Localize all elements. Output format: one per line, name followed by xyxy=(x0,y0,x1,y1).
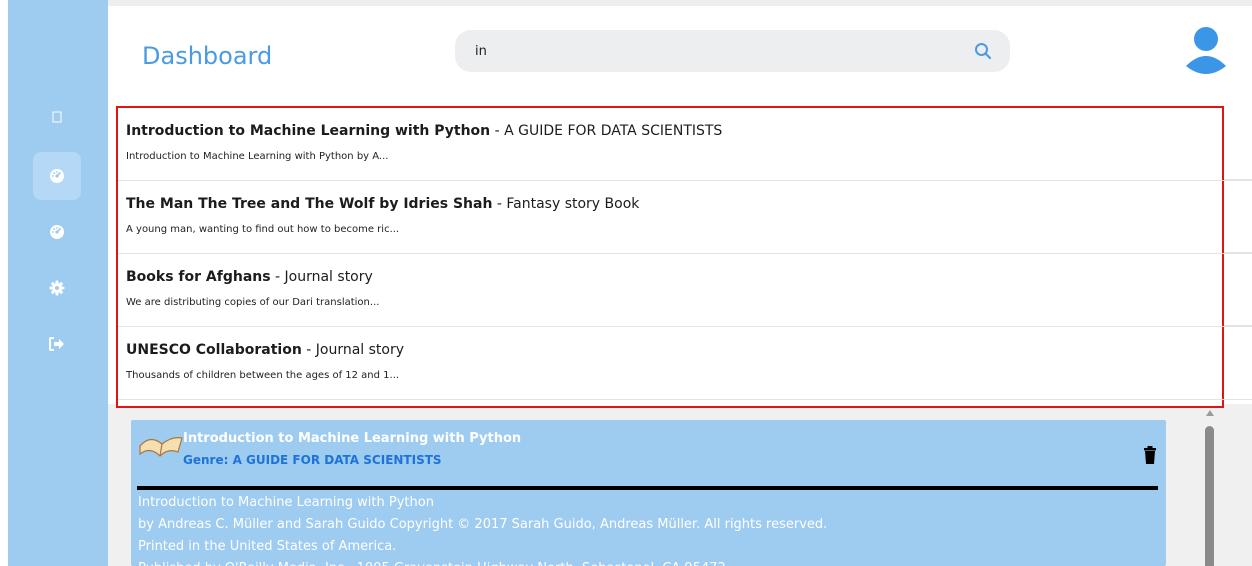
sidebar-item-logout[interactable] xyxy=(33,320,81,368)
result-separator: - xyxy=(301,342,316,358)
top-divider xyxy=(108,0,1252,6)
book-image xyxy=(138,432,184,462)
result-snippet: Introduction to Machine Learning with Py… xyxy=(126,151,389,162)
search-result-item[interactable]: Introduction to Machine Learning with Py… xyxy=(118,108,1252,181)
excerpt-line: Published by O'Reilly Media, Inc., 1005 … xyxy=(138,558,1158,566)
result-separator: - xyxy=(270,269,285,285)
search-result-item[interactable]: The Man The Tree and The Wolf by Idries … xyxy=(118,181,1252,254)
delete-button[interactable] xyxy=(1144,446,1156,468)
search-button[interactable] xyxy=(972,40,994,62)
trash-icon xyxy=(1144,446,1156,464)
result-snippet: We are distributing copies of our Dari t… xyxy=(126,297,380,308)
result-separator: - xyxy=(492,196,507,212)
dashboard-icon xyxy=(50,225,64,239)
excerpt-line: Printed in the United States of America. xyxy=(138,539,397,554)
result-title: Introduction to Machine Learning with Py… xyxy=(126,123,491,139)
dashboard-icon xyxy=(50,169,64,183)
gear-icon xyxy=(49,280,65,296)
book-excerpt: Introduction to Machine Learning with Py… xyxy=(138,492,1158,566)
sidebar-item-stats[interactable] xyxy=(33,208,81,256)
square-icon xyxy=(52,111,62,123)
search-icon xyxy=(975,43,992,60)
search-results-dropdown: Introduction to Machine Learning with Py… xyxy=(116,106,1252,408)
search-input[interactable] xyxy=(475,42,955,60)
header: Dashboard xyxy=(112,12,1252,92)
excerpt-line: by Andreas C. Müller and Sarah Guido Cop… xyxy=(138,517,828,532)
sidebar-item-settings[interactable] xyxy=(33,264,81,312)
search-result-item[interactable]: Books for Afghans - Journal story We are… xyxy=(118,254,1252,327)
scroll-thumb[interactable] xyxy=(1205,426,1214,566)
result-snippet: A young man, wanting to find out how to … xyxy=(126,224,400,235)
card-divider xyxy=(137,486,1158,490)
open-book-icon xyxy=(139,437,183,457)
sidebar xyxy=(8,0,108,566)
scroll-up-arrow[interactable] xyxy=(1206,410,1214,416)
search-result-item[interactable]: UNESCO Collaboration - Journal story Tho… xyxy=(118,327,1252,400)
sign-out-icon xyxy=(49,337,64,351)
user-avatar[interactable] xyxy=(1184,26,1228,74)
result-subtitle: Journal story xyxy=(315,342,405,358)
book-genre: Genre: A GUIDE FOR DATA SCIENTISTS xyxy=(183,453,442,467)
result-subtitle: A GUIDE FOR DATA SCIENTISTS xyxy=(504,123,723,139)
sidebar-item-dashboard[interactable] xyxy=(33,152,81,200)
result-snippet: Thousands of children between the ages o… xyxy=(126,370,400,381)
result-separator: - xyxy=(490,123,505,139)
result-subtitle: Fantasy story Book xyxy=(506,196,640,212)
excerpt-line: Introduction to Machine Learning with Py… xyxy=(138,495,434,510)
book-card: Introduction to Machine Learning with Py… xyxy=(131,420,1166,566)
sidebar-item-home[interactable] xyxy=(33,93,81,141)
result-title: Books for Afghans xyxy=(126,269,271,285)
scrollbar[interactable] xyxy=(1203,410,1217,566)
search-bar xyxy=(455,30,1010,72)
result-title: The Man The Tree and The Wolf by Idries … xyxy=(126,196,493,212)
book-title: Introduction to Machine Learning with Py… xyxy=(183,431,522,446)
result-title: UNESCO Collaboration xyxy=(126,342,302,358)
result-subtitle: Journal story xyxy=(284,269,373,285)
page-title: Dashboard xyxy=(142,42,273,70)
user-icon xyxy=(1186,27,1226,74)
